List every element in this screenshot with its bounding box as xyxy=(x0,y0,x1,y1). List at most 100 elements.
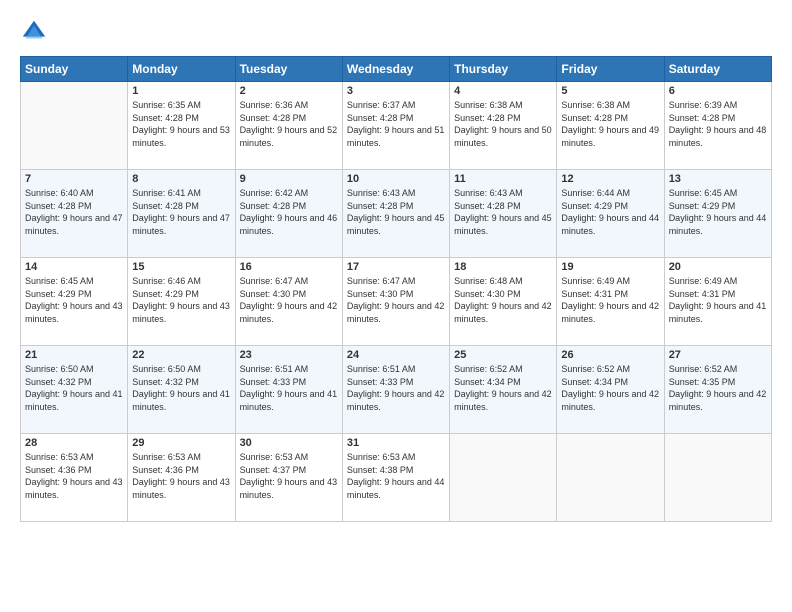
calendar-body: 1Sunrise: 6:35 AMSunset: 4:28 PMDaylight… xyxy=(21,82,772,522)
weekday-header-wednesday: Wednesday xyxy=(342,57,449,82)
sunrise-text: Sunrise: 6:49 AM xyxy=(669,275,767,288)
day-number: 22 xyxy=(132,349,230,361)
sunrise-text: Sunrise: 6:53 AM xyxy=(240,451,338,464)
daylight-text: Daylight: 9 hours and 43 minutes. xyxy=(25,300,123,325)
calendar-week-4: 21Sunrise: 6:50 AMSunset: 4:32 PMDayligh… xyxy=(21,346,772,434)
day-info: Sunrise: 6:46 AMSunset: 4:29 PMDaylight:… xyxy=(132,275,230,325)
calendar-cell: 8Sunrise: 6:41 AMSunset: 4:28 PMDaylight… xyxy=(128,170,235,258)
weekday-header-tuesday: Tuesday xyxy=(235,57,342,82)
sunrise-text: Sunrise: 6:52 AM xyxy=(669,363,767,376)
day-number: 19 xyxy=(561,261,659,273)
calendar-cell: 9Sunrise: 6:42 AMSunset: 4:28 PMDaylight… xyxy=(235,170,342,258)
sunrise-text: Sunrise: 6:50 AM xyxy=(132,363,230,376)
header xyxy=(20,18,772,46)
day-info: Sunrise: 6:53 AMSunset: 4:37 PMDaylight:… xyxy=(240,451,338,501)
calendar-cell: 22 Sunrise: 6:50 AMSunset: 4:32 PMDayligh… xyxy=(128,346,235,434)
sunrise-text: Sunrise: 6:52 AM xyxy=(561,363,659,376)
day-info: Sunrise: 6:39 AMSunset: 4:28 PMDaylight:… xyxy=(669,99,767,149)
day-info: Sunrise: 6:43 AMSunset: 4:28 PMDaylight:… xyxy=(454,187,552,237)
calendar-cell xyxy=(664,434,771,522)
calendar-cell: 11Sunrise: 6:43 AMSunset: 4:28 PMDayligh… xyxy=(450,170,557,258)
sunrise-text: Sunrise: 6:35 AM xyxy=(132,99,230,112)
day-number: 27 xyxy=(669,349,767,361)
sunset-text: Sunset: 4:32 PM xyxy=(132,376,230,389)
sunrise-text: Sunrise: 6:41 AM xyxy=(132,187,230,200)
day-info: Sunrise: 6:47 AMSunset: 4:30 PMDaylight:… xyxy=(347,275,445,325)
sunset-text: Sunset: 4:31 PM xyxy=(561,288,659,301)
sunset-text: Sunset: 4:28 PM xyxy=(347,200,445,213)
sunset-text: Sunset: 4:35 PM xyxy=(669,376,767,389)
sunset-text: Sunset: 4:28 PM xyxy=(240,200,338,213)
daylight-text: Daylight: 9 hours and 41 minutes. xyxy=(240,388,338,413)
sunset-text: Sunset: 4:28 PM xyxy=(132,200,230,213)
sunrise-text: Sunrise: 6:43 AM xyxy=(454,187,552,200)
sunset-text: Sunset: 4:36 PM xyxy=(25,464,123,477)
calendar-week-3: 14Sunrise: 6:45 AMSunset: 4:29 PMDayligh… xyxy=(21,258,772,346)
day-info: Sunrise: 6:52 AMSunset: 4:34 PMDaylight:… xyxy=(561,363,659,413)
day-number: 29 xyxy=(132,437,230,449)
day-info: Sunrise: 6:42 AMSunset: 4:28 PMDaylight:… xyxy=(240,187,338,237)
day-number: 5 xyxy=(561,85,659,97)
daylight-text: Daylight: 9 hours and 44 minutes. xyxy=(561,212,659,237)
sunset-text: Sunset: 4:37 PM xyxy=(240,464,338,477)
calendar-cell: 2Sunrise: 6:36 AMSunset: 4:28 PMDaylight… xyxy=(235,82,342,170)
sunrise-text: Sunrise: 6:40 AM xyxy=(25,187,123,200)
daylight-text: Daylight: 9 hours and 42 minutes. xyxy=(561,388,659,413)
daylight-text: Daylight: 9 hours and 43 minutes. xyxy=(132,476,230,501)
sunrise-text: Sunrise: 6:49 AM xyxy=(561,275,659,288)
calendar-week-2: 7Sunrise: 6:40 AMSunset: 4:28 PMDaylight… xyxy=(21,170,772,258)
day-number: 7 xyxy=(25,173,123,185)
sunrise-text: Sunrise: 6:53 AM xyxy=(347,451,445,464)
calendar-cell: 30 Sunrise: 6:53 AMSunset: 4:37 PMDayligh… xyxy=(235,434,342,522)
sunset-text: Sunset: 4:30 PM xyxy=(347,288,445,301)
sunrise-text: Sunrise: 6:50 AM xyxy=(25,363,123,376)
day-info: Sunrise: 6:45 AMSunset: 4:29 PMDaylight:… xyxy=(669,187,767,237)
sunrise-text: Sunrise: 6:39 AM xyxy=(669,99,767,112)
sunset-text: Sunset: 4:28 PM xyxy=(132,112,230,125)
day-number: 13 xyxy=(669,173,767,185)
daylight-text: Daylight: 9 hours and 44 minutes. xyxy=(669,212,767,237)
daylight-text: Daylight: 9 hours and 46 minutes. xyxy=(240,212,338,237)
daylight-text: Daylight: 9 hours and 42 minutes. xyxy=(669,388,767,413)
daylight-text: Daylight: 9 hours and 41 minutes. xyxy=(669,300,767,325)
day-info: Sunrise: 6:38 AMSunset: 4:28 PMDaylight:… xyxy=(454,99,552,149)
sunset-text: Sunset: 4:33 PM xyxy=(347,376,445,389)
sunset-text: Sunset: 4:29 PM xyxy=(132,288,230,301)
daylight-text: Daylight: 9 hours and 41 minutes. xyxy=(132,388,230,413)
calendar-cell: 26Sunrise: 6:52 AMSunset: 4:34 PMDayligh… xyxy=(557,346,664,434)
sunrise-text: Sunrise: 6:47 AM xyxy=(240,275,338,288)
sunrise-text: Sunrise: 6:51 AM xyxy=(347,363,445,376)
daylight-text: Daylight: 9 hours and 48 minutes. xyxy=(669,124,767,149)
sunrise-text: Sunrise: 6:47 AM xyxy=(347,275,445,288)
sunrise-text: Sunrise: 6:51 AM xyxy=(240,363,338,376)
daylight-text: Daylight: 9 hours and 52 minutes. xyxy=(240,124,338,149)
daylight-text: Daylight: 9 hours and 42 minutes. xyxy=(454,300,552,325)
calendar-cell: 21Sunrise: 6:50 AMSunset: 4:32 PMDayligh… xyxy=(21,346,128,434)
sunrise-text: Sunrise: 6:53 AM xyxy=(25,451,123,464)
day-info: Sunrise: 6:47 AMSunset: 4:30 PMDaylight:… xyxy=(240,275,338,325)
sunset-text: Sunset: 4:36 PM xyxy=(132,464,230,477)
day-number: 1 xyxy=(132,85,230,97)
day-number: 31 xyxy=(347,437,445,449)
day-number: 25 xyxy=(454,349,552,361)
day-info: Sunrise: 6:51 AMSunset: 4:33 PMDaylight:… xyxy=(347,363,445,413)
day-number: 17 xyxy=(347,261,445,273)
day-info: Sunrise: 6:37 AMSunset: 4:28 PMDaylight:… xyxy=(347,99,445,149)
sunset-text: Sunset: 4:34 PM xyxy=(561,376,659,389)
calendar-cell: 1 Sunrise: 6:35 AMSunset: 4:28 PMDaylight… xyxy=(128,82,235,170)
day-number: 10 xyxy=(347,173,445,185)
calendar-cell: 6Sunrise: 6:39 AMSunset: 4:28 PMDaylight… xyxy=(664,82,771,170)
sunset-text: Sunset: 4:38 PM xyxy=(347,464,445,477)
calendar-cell: 27 Sunrise: 6:52 AMSunset: 4:35 PMDayligh… xyxy=(664,346,771,434)
day-number: 30 xyxy=(240,437,338,449)
day-info: Sunrise: 6:52 AMSunset: 4:35 PMDaylight:… xyxy=(669,363,767,413)
day-info: Sunrise: 6:35 AMSunset: 4:28 PMDaylight:… xyxy=(132,99,230,149)
day-info: Sunrise: 6:49 AMSunset: 4:31 PMDaylight:… xyxy=(561,275,659,325)
sunrise-text: Sunrise: 6:38 AM xyxy=(454,99,552,112)
day-number: 20 xyxy=(669,261,767,273)
daylight-text: Daylight: 9 hours and 42 minutes. xyxy=(347,300,445,325)
calendar-week-5: 28Sunrise: 6:53 AMSunset: 4:36 PMDayligh… xyxy=(21,434,772,522)
day-number: 28 xyxy=(25,437,123,449)
day-info: Sunrise: 6:50 AMSunset: 4:32 PMDaylight:… xyxy=(25,363,123,413)
day-number: 3 xyxy=(347,85,445,97)
